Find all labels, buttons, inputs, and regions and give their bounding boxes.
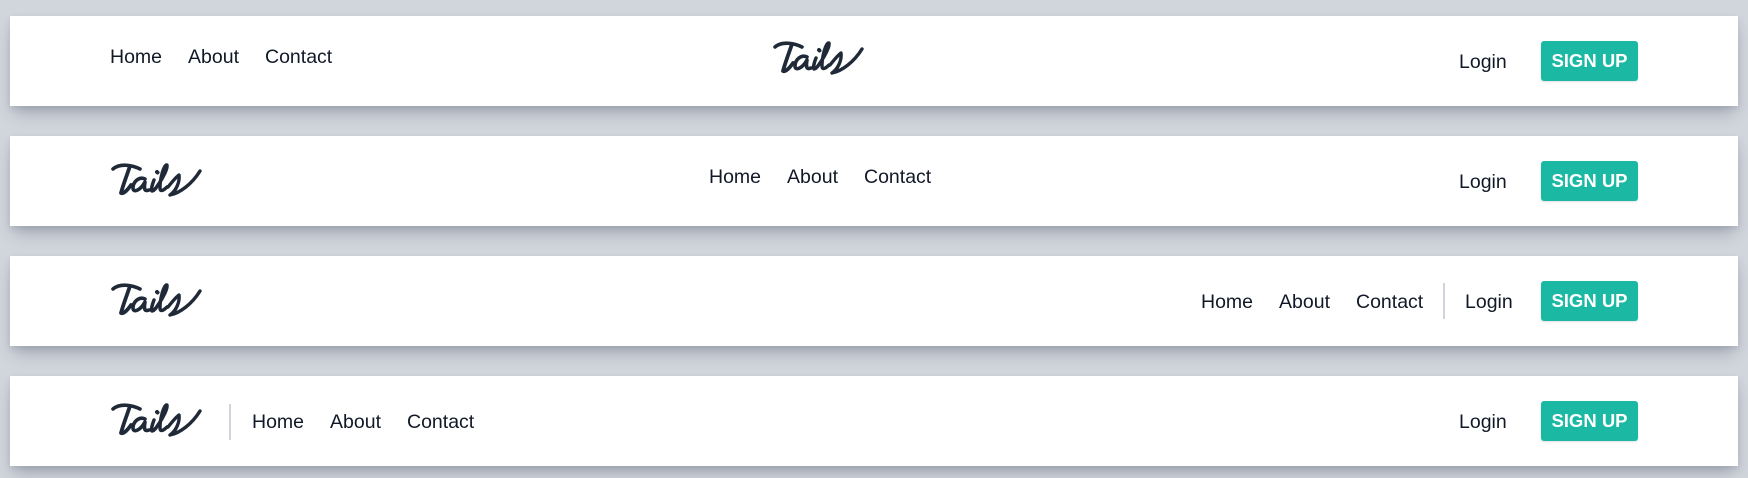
navbar-4: Home About Contact Login SIGN UP xyxy=(10,376,1738,466)
nav-divider xyxy=(229,404,231,440)
nav-links: Home About Contact xyxy=(709,165,931,189)
tails-logo-icon xyxy=(110,160,210,198)
nav-link-contact[interactable]: Contact xyxy=(407,410,474,434)
nav-link-contact[interactable]: Contact xyxy=(265,45,332,69)
login-link[interactable]: Login xyxy=(1465,290,1513,314)
nav-link-about[interactable]: About xyxy=(330,410,381,434)
tails-logo-icon xyxy=(772,38,872,76)
nav-divider xyxy=(1443,283,1445,319)
navbar-3: Home About Contact Login SIGN UP xyxy=(10,256,1738,346)
nav-link-contact[interactable]: Contact xyxy=(864,165,931,189)
signup-button[interactable]: SIGN UP xyxy=(1541,281,1638,321)
navbar-2: Home About Contact Login SIGN UP xyxy=(10,136,1738,226)
nav-link-about[interactable]: About xyxy=(1279,290,1330,314)
signup-button[interactable]: SIGN UP xyxy=(1541,41,1638,81)
login-link[interactable]: Login xyxy=(1459,170,1507,194)
tails-logo-icon xyxy=(110,400,210,438)
nav-link-contact[interactable]: Contact xyxy=(1356,290,1423,314)
nav-link-home[interactable]: Home xyxy=(252,410,304,434)
login-link[interactable]: Login xyxy=(1459,410,1507,434)
nav-link-home[interactable]: Home xyxy=(1201,290,1253,314)
tails-logo[interactable] xyxy=(110,400,210,438)
tails-logo[interactable] xyxy=(772,38,872,76)
login-link[interactable]: Login xyxy=(1459,50,1507,74)
nav-links: Home About Contact xyxy=(1201,290,1423,314)
nav-link-home[interactable]: Home xyxy=(709,165,761,189)
nav-link-about[interactable]: About xyxy=(188,45,239,69)
nav-links: Home About Contact xyxy=(110,45,332,69)
tails-logo[interactable] xyxy=(110,280,210,318)
signup-button[interactable]: SIGN UP xyxy=(1541,401,1638,441)
tails-logo[interactable] xyxy=(110,160,210,198)
navbar-1: Home About Contact Login SIGN UP xyxy=(10,16,1738,106)
nav-links: Home About Contact xyxy=(252,410,474,434)
tails-logo-icon xyxy=(110,280,210,318)
nav-link-about[interactable]: About xyxy=(787,165,838,189)
nav-link-home[interactable]: Home xyxy=(110,45,162,69)
signup-button[interactable]: SIGN UP xyxy=(1541,161,1638,201)
